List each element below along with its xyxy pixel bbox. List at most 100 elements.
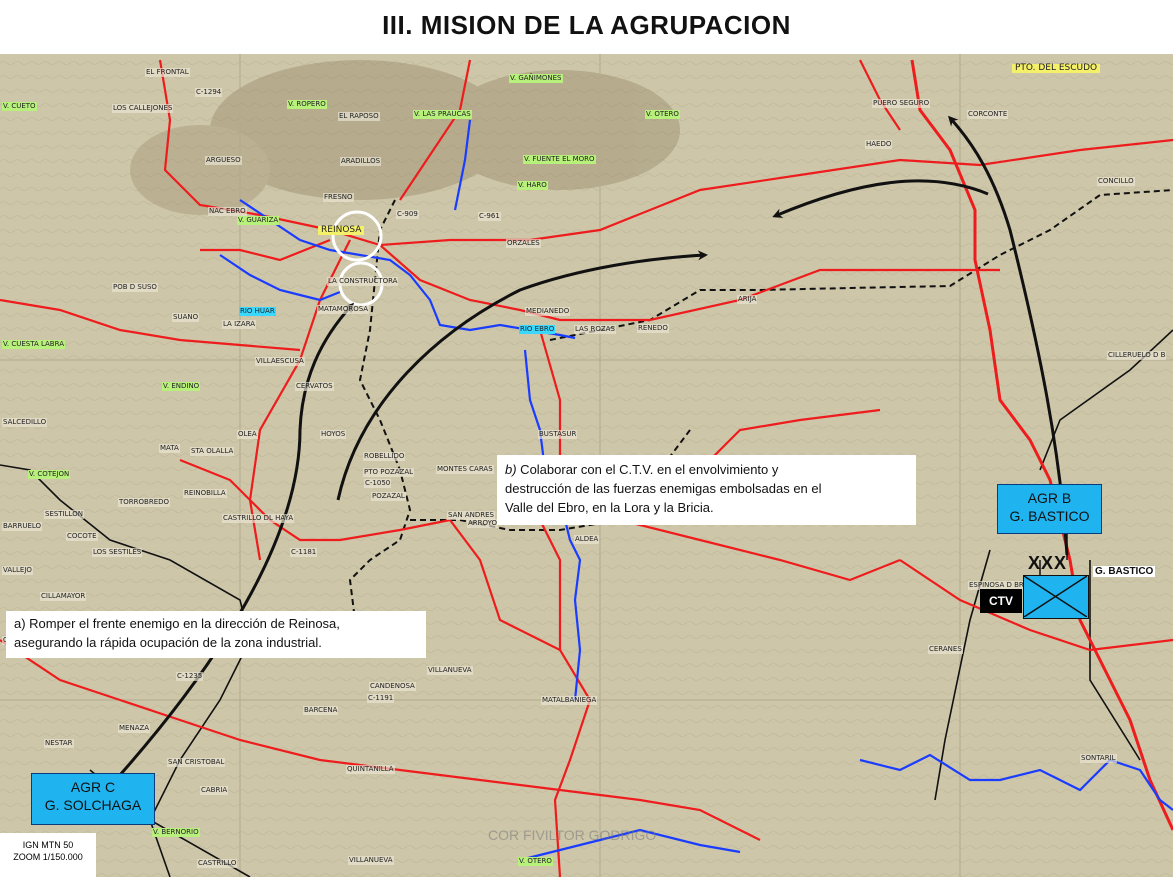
- place-label: HOYOS: [320, 430, 347, 439]
- place-label: VALLEJO: [2, 566, 33, 575]
- place-label: PTO. DEL ESCUDO: [1012, 64, 1101, 73]
- place-label: V. COTEJON: [28, 470, 71, 479]
- place-label: MATAMOROSA: [317, 305, 370, 314]
- place-label: FRESNO: [323, 193, 354, 202]
- place-label: PUERO SEGURO: [872, 99, 931, 108]
- place-label: LAS ROZAS: [574, 325, 616, 334]
- place-label: ROBELLIDO: [363, 452, 406, 461]
- place-label: EL FRONTAL: [145, 68, 190, 77]
- mission-a-text-line2: asegurando la rápida ocupación de la zon…: [14, 635, 322, 650]
- place-label: C-1050: [364, 479, 392, 488]
- page-title: III. MISION DE LA AGRUPACION: [382, 10, 791, 40]
- place-label: TORROBREDO: [118, 498, 171, 507]
- place-label: VILLAESCUSA: [255, 357, 305, 366]
- place-label: MEDIANEDO: [525, 307, 571, 316]
- place-label: CONCILLO: [1097, 177, 1135, 186]
- place-label: BARCENA: [303, 706, 339, 715]
- place-label: C-961: [478, 212, 501, 221]
- place-label: C-1191: [367, 694, 395, 703]
- place-label: V. FUENTE EL MORO: [523, 155, 596, 164]
- place-label: HAEDO: [865, 140, 893, 149]
- place-label: C-1235: [176, 672, 204, 681]
- place-label: CANDENOSA: [369, 682, 416, 691]
- place-label: POZAZAL: [371, 492, 406, 501]
- place-label: MATALBANIEGA: [541, 696, 598, 705]
- place-label: EL RAPOSO: [338, 112, 380, 121]
- ctv-unit-symbol[interactable]: [1023, 575, 1089, 619]
- mission-b-text-line2: destrucción de las fuerzas enemigas embo…: [505, 481, 822, 496]
- place-label: V. CUETO: [2, 102, 37, 111]
- place-label: SAN CRISTOBAL: [167, 758, 226, 767]
- place-label: ARROYO: [467, 519, 499, 528]
- place-label: ARIJA: [737, 295, 758, 304]
- place-label: CILLAMAYOR: [40, 592, 87, 601]
- place-label: NESTAR: [44, 739, 74, 748]
- author-watermark: COR FIVILTOR GODRIGO: [488, 827, 657, 843]
- place-label: CASTRILLO DL HAYA: [222, 514, 295, 523]
- place-label: V. CUESTA LABRA: [2, 340, 65, 349]
- place-label: V. OTERO: [518, 857, 553, 866]
- ctv-tag: CTV: [980, 589, 1022, 613]
- place-label: OLEA: [237, 430, 258, 439]
- place-label: CERVATOS: [295, 382, 334, 391]
- mission-b-prefix: b): [505, 462, 517, 477]
- place-label: CORCONTE: [967, 110, 1009, 119]
- place-label: VILLANUEVA: [348, 856, 394, 865]
- place-label: SONTARIL: [1080, 754, 1117, 763]
- place-label: ARGUESO: [205, 156, 242, 165]
- place-label: V. HARO: [517, 181, 548, 190]
- place-label: COCOTE: [66, 532, 98, 541]
- place-label: SUANO: [172, 313, 200, 322]
- place-label: ORZALES: [506, 239, 541, 248]
- place-label: V. ENDINO: [162, 382, 201, 391]
- place-label: C-1294: [195, 88, 223, 97]
- map-scale-note: IGN MTN 50 ZOOM 1/150.000: [0, 833, 96, 877]
- ctv-echelon-marker: XXX: [1028, 553, 1068, 573]
- agr-c-commander: G. SOLCHAGA: [44, 797, 142, 813]
- place-label: V. ROPERO: [287, 100, 327, 109]
- place-label: BUSTASUR: [538, 430, 578, 439]
- place-label: REINOSA: [318, 226, 365, 235]
- agr-c-name: AGR C: [70, 779, 116, 795]
- place-label: C-1181: [290, 548, 318, 557]
- place-label: STA OLALLA: [190, 447, 235, 456]
- place-label: MONTES CARAS: [436, 465, 494, 474]
- place-label: VILLANUEVA: [427, 666, 473, 675]
- place-label: MATA: [159, 444, 180, 453]
- mission-b-line1: Colaborar con el C.T.V. en el envolvimie…: [516, 462, 779, 477]
- place-label: RIO EBRO: [519, 325, 556, 334]
- place-label: REINOBILLA: [183, 489, 227, 498]
- mission-a-text-line1: a) Romper el frente enemigo en la direcc…: [14, 616, 340, 631]
- place-label: LOS CALLEJONES: [112, 104, 174, 113]
- place-label: BARRUELO: [2, 522, 43, 531]
- place-label: V. GUARIZA: [237, 216, 280, 225]
- place-label: CERANES: [928, 645, 963, 654]
- agr-c-unit[interactable]: AGR C G. SOLCHAGA: [31, 773, 155, 825]
- mission-b-text-line1: b) Colaborar con el C.T.V. en el envolvi…: [505, 460, 908, 479]
- place-label: PTO POZAZAL: [363, 468, 415, 477]
- place-label: SESTILLON: [44, 510, 84, 519]
- place-label: CABRIA: [200, 786, 229, 795]
- place-label: LA IZARA: [222, 320, 257, 329]
- place-label: ARADILLOS: [340, 157, 382, 166]
- agr-b-commander: G. BASTICO: [1009, 508, 1090, 524]
- place-label: C-909: [396, 210, 419, 219]
- place-label: CASTRILLO: [197, 859, 238, 868]
- scale-source: IGN MTN 50: [22, 840, 74, 850]
- agr-b-name: AGR B: [1027, 490, 1072, 506]
- place-label: V. LAS PRAUCAS: [413, 110, 472, 119]
- place-label: V. BERNORIO: [152, 828, 200, 837]
- mission-b-text-line3: Valle del Ebro, en la Lora y la Bricia.: [505, 500, 714, 515]
- agr-b-unit[interactable]: AGR B G. BASTICO: [997, 484, 1102, 534]
- place-label: RIO HUAR: [239, 307, 276, 316]
- place-label: LOS SESTILES: [92, 548, 143, 557]
- place-label: V. OTERO: [645, 110, 680, 119]
- place-label: RENEDO: [637, 324, 669, 333]
- place-label: CILLERUELO D B: [1107, 351, 1167, 360]
- mission-b-callout: b) Colaborar con el C.T.V. en el envolvi…: [497, 455, 916, 525]
- place-label: V. GAÑIMONES: [509, 74, 563, 83]
- place-label: SALCEDILLO: [2, 418, 48, 427]
- place-label: ALDEA: [574, 535, 600, 544]
- place-label: NAC EBRO: [208, 207, 247, 216]
- ctv-commander-label: G. BASTICO: [1093, 566, 1156, 577]
